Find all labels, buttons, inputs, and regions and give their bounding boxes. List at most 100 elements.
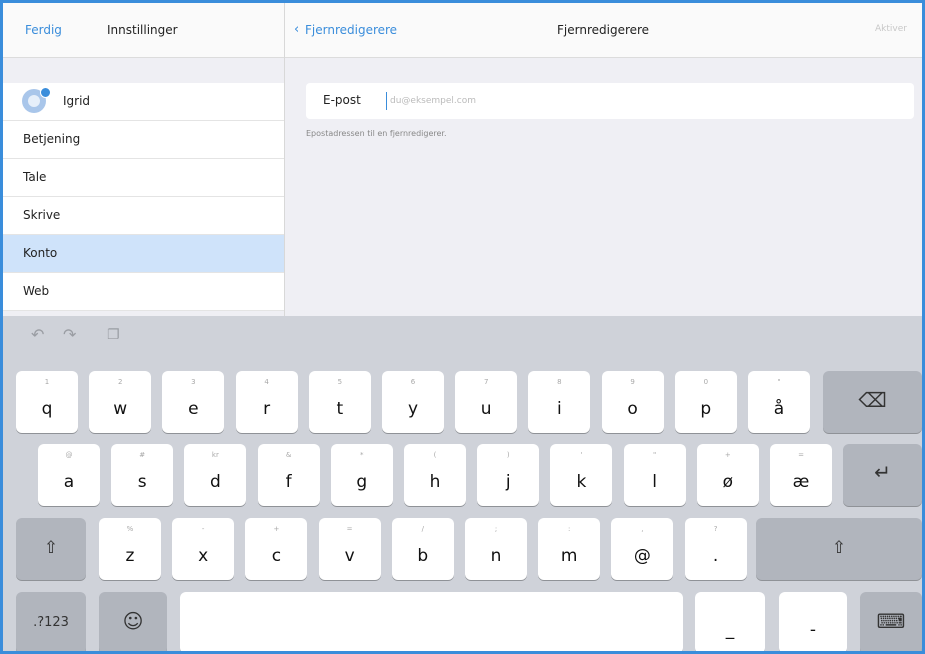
undo-icon[interactable]: ↶ [31,325,44,344]
key-secondary-label: : [568,525,571,533]
key-f[interactable]: & f [257,444,320,506]
key-p[interactable]: 0p [674,371,737,433]
key-æ[interactable]: = æ [770,444,832,506]
key-n[interactable]: ; n [465,518,527,580]
key-secondary-label: @ [65,451,73,459]
shift-icon: ⇧ [43,538,59,558]
onscreen-keyboard: ↶ ↷ ❐ 1 q 2 w 3 e 4 r 5 t 6 y 7 u 8 i 9 o 0 p " å ⌫ @ a # s kr d & f * g… [3,316,922,651]
key-period[interactable]: ?. [684,518,747,580]
key-l[interactable]: " l [623,444,686,506]
sidebar-item-label: Tale [23,170,47,184]
sidebar-item-label: Konto [23,246,58,260]
key-secondary-label: 2 [117,378,123,386]
key-label: s [137,472,147,492]
key-at[interactable]: , @ [611,518,674,580]
key-secondary-label: 7 [483,378,489,386]
key-ø[interactable]: + ø [696,444,759,506]
key-label: p [700,399,712,419]
key-w[interactable]: 2w [89,371,152,433]
key-secondary-label: 5 [337,378,343,386]
email-row: E-post [306,83,914,119]
key-label: c [271,546,282,566]
key-d[interactable]: kr d [184,444,247,506]
key-secondary-label: 1 [44,378,50,386]
key-g[interactable]: * g [330,444,393,506]
key-label: f [285,472,292,492]
key-c[interactable]: + c [245,518,308,580]
emoji-icon: ☺ [122,609,144,633]
key-å[interactable]: " å [748,371,810,433]
chevron-left-icon[interactable]: ‹ [294,22,299,37]
key-label: @ [633,546,651,566]
key-label: j [505,472,511,492]
shift-left-key[interactable]: ⇧ [16,518,86,580]
backspace-key[interactable]: ⌫ [823,371,922,433]
key-i[interactable]: 8i [528,371,591,433]
key-label: v [344,546,355,566]
sidebar-item-tale[interactable]: Tale [3,159,284,197]
key-dash[interactable]: - [779,592,847,651]
settings-header: Ferdig Innstillinger [3,3,284,58]
sidebar-item-konto[interactable]: Konto [3,235,284,273]
space-key[interactable] [180,592,683,651]
key-r[interactable]: 4r [235,371,298,433]
key-label: z [125,546,135,566]
shift-right-key[interactable]: ⇧ [756,518,922,580]
key-secondary-label: / [421,525,424,533]
text-cursor [386,92,387,110]
key-secondary-label: 0 [703,378,709,386]
return-key[interactable]: ↵ [843,444,922,506]
sidebar-item-account-user[interactable]: Igrid [3,83,284,121]
key-j[interactable]: ) j [477,444,540,506]
paste-icon[interactable]: ❐ [107,327,120,343]
key-label: _ [725,620,735,640]
sidebar-item-betjening[interactable]: Betjening [3,121,284,159]
sidebar-item-web[interactable]: Web [3,273,284,311]
badge-icon [40,87,51,98]
key-o[interactable]: 9o [601,371,664,433]
key-s[interactable]: # s [111,444,174,506]
enable-button[interactable]: Aktiver [875,24,907,34]
key-a[interactable]: @ a [38,444,100,506]
key-label: h [429,472,441,492]
key-label: e [188,399,199,419]
detail-pane: E-post Epostadressen til en fjernrediger… [285,58,922,316]
key-k[interactable]: ' k [550,444,613,506]
key-label: i [557,399,562,419]
settings-sidebar: Igrid Betjening Tale Skrive Konto Web [3,58,284,316]
key-y[interactable]: 6y [382,371,444,433]
key-b[interactable]: / b [391,518,454,580]
done-button[interactable]: Ferdig [25,23,62,37]
email-field[interactable] [390,91,790,111]
key-label: b [417,546,429,566]
key-e[interactable]: 3e [162,371,225,433]
key-underscore[interactable]: _ [695,592,765,651]
hide-keyboard-key[interactable]: ⌨ [860,592,922,651]
numbers-key[interactable]: .?123 [16,592,86,651]
key-secondary-label: " [652,451,657,459]
key-secondary-label: # [139,451,146,459]
key-x[interactable]: -x [172,518,235,580]
detail-title: Fjernredigerere [557,23,650,37]
key-q[interactable]: 1q [16,371,78,433]
key-v[interactable]: = v [318,518,381,580]
detail-header: ‹ Fjernredigerere Fjernredigerere Aktive… [285,3,922,58]
back-button[interactable]: Fjernredigerere [305,23,397,37]
key-secondary-label: 8 [557,378,562,386]
email-label: E-post [323,93,361,107]
key-h[interactable]: (h [404,444,466,506]
key-z[interactable]: % z [99,518,161,580]
sidebar-list: Igrid Betjening Tale Skrive Konto Web [3,83,284,311]
key-secondary-label: " [777,378,781,386]
emoji-key[interactable]: ☺ [99,592,167,651]
key-label: d [209,472,221,492]
key-t[interactable]: 5t [308,371,371,433]
redo-icon[interactable]: ↷ [63,325,76,344]
key-label: m [560,546,578,566]
sidebar-item-skrive[interactable]: Skrive [3,197,284,235]
key-label: o [627,399,638,419]
key-label: n [490,546,502,566]
key-m[interactable]: :m [538,518,601,580]
sidebar-item-label: Igrid [63,94,91,108]
key-u[interactable]: 7u [455,371,518,433]
